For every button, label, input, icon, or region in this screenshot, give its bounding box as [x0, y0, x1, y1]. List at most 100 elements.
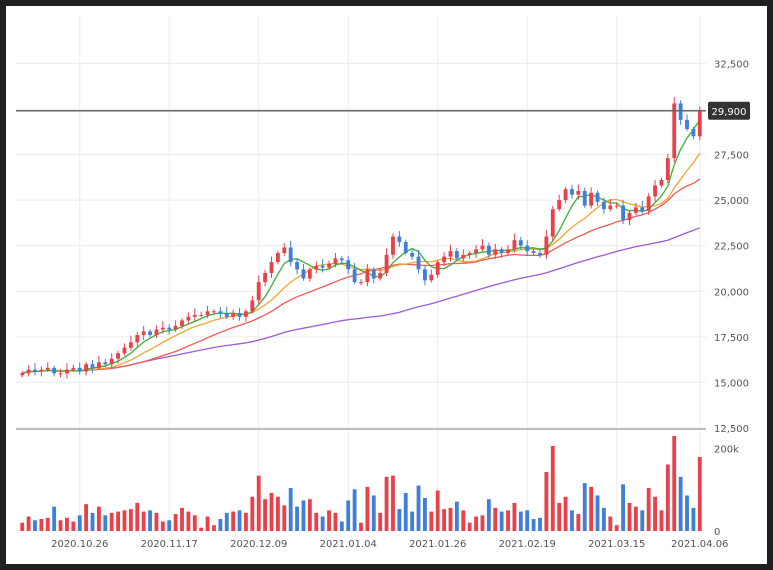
volume-bar: [269, 493, 274, 531]
volume-bar: [167, 520, 172, 531]
candle: [135, 335, 140, 343]
candle: [442, 256, 447, 263]
candle: [346, 260, 351, 270]
candle: [288, 247, 293, 263]
candle: [71, 367, 76, 370]
volume-bar: [423, 497, 427, 531]
candle: [269, 262, 274, 274]
candle: [160, 327, 165, 330]
candle: [173, 325, 178, 330]
volume-bar: [301, 500, 306, 531]
volume-bar: [192, 515, 197, 531]
candle: [646, 196, 651, 212]
volume-bar: [640, 510, 645, 531]
candle: [640, 207, 645, 212]
candle: [538, 252, 542, 255]
candle: [429, 274, 434, 281]
volume-bar: [557, 502, 562, 531]
candle: [154, 329, 159, 336]
candle: [199, 314, 204, 316]
volume-bar: [231, 511, 236, 531]
candle: [685, 119, 689, 129]
volume-bar: [141, 511, 146, 531]
volume-bar: [103, 515, 108, 531]
volume-bar: [378, 512, 383, 531]
candle: [665, 158, 670, 181]
candle: [103, 362, 108, 365]
volume-bar: [480, 515, 485, 531]
candle: [563, 189, 568, 201]
candle: [384, 254, 389, 274]
candle: [474, 249, 478, 253]
x-tick-label: 2020.11.17: [141, 539, 198, 550]
volume-bar: [371, 495, 376, 531]
current-price-text: 29,900: [712, 107, 747, 118]
y-tick-label: 22,500: [714, 242, 749, 253]
candle: [45, 367, 50, 370]
candle: [570, 189, 574, 195]
volume-bar: [493, 507, 498, 531]
y-tick-label: 20,000: [714, 287, 749, 298]
volume-bar: [33, 520, 37, 531]
volume-bar: [346, 500, 351, 531]
volume-bar: [410, 511, 415, 531]
candle: [39, 369, 44, 372]
candle: [467, 252, 472, 255]
volume-bar: [109, 512, 114, 531]
candle: [454, 251, 459, 259]
y-tick-label: 15,000: [714, 378, 749, 389]
x-tick-label: 2021.01.04: [320, 539, 377, 550]
candle: [410, 252, 415, 257]
y-tick-label: 25,000: [714, 196, 749, 207]
candle: [148, 331, 152, 336]
candle: [320, 265, 325, 268]
candle: [295, 262, 299, 270]
ma-line-green: [22, 119, 701, 374]
candle: [448, 251, 453, 257]
candle: [512, 240, 517, 250]
volume-bar: [384, 476, 389, 531]
volume-bar: [90, 512, 95, 531]
candle: [678, 103, 683, 120]
candle: [518, 240, 523, 246]
volume-bar: [307, 499, 312, 531]
volume-bar: [58, 520, 63, 531]
volume-bar: [282, 505, 287, 531]
volume-bar: [256, 475, 261, 531]
volume-bar: [665, 464, 670, 531]
volume-bar: [186, 511, 191, 531]
volume-bar: [224, 512, 229, 531]
candle: [192, 314, 197, 317]
volume-bar: [391, 475, 395, 531]
volume-bar: [672, 436, 677, 531]
candle: [659, 180, 664, 186]
volume-bar: [589, 486, 594, 531]
candle: [141, 331, 146, 336]
volume-bar: [333, 512, 338, 531]
volume-bar: [275, 496, 280, 531]
candle: [435, 262, 440, 275]
x-tick-label: 2021.02.19: [499, 539, 556, 550]
candle: [653, 185, 657, 197]
candle: [550, 209, 555, 237]
candle: [244, 311, 248, 317]
candle: [122, 347, 127, 354]
candle: [307, 269, 312, 279]
candle: [486, 245, 491, 255]
candle: [691, 128, 696, 137]
volume-bar: [486, 499, 491, 531]
volume-bar: [467, 522, 472, 531]
volume-bar: [685, 495, 689, 531]
candle: [237, 313, 242, 317]
volume-bar: [448, 507, 453, 531]
y-tick-label: 27,500: [714, 151, 749, 162]
volume-bar: [678, 476, 683, 531]
volume-bar: [244, 512, 248, 531]
candle: [26, 369, 31, 374]
volume-bar: [512, 502, 517, 531]
volume-bar: [218, 519, 223, 531]
candle: [84, 364, 89, 372]
volume-bar: [474, 516, 478, 531]
candle: [391, 236, 395, 255]
candle: [365, 269, 370, 283]
